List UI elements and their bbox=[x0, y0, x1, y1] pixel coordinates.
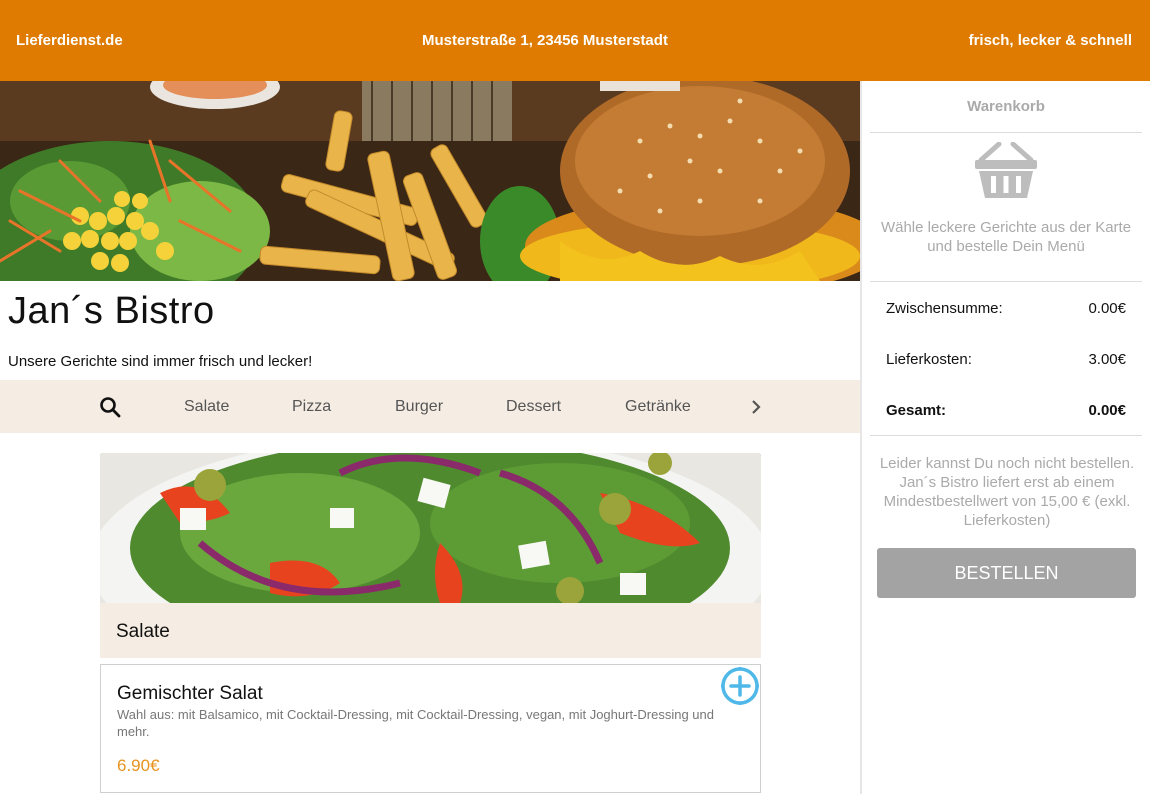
slogan: frisch, lecker & schnell bbox=[968, 32, 1132, 49]
order-button[interactable]: BESTELLEN bbox=[877, 548, 1136, 598]
section-title: Salate bbox=[116, 621, 170, 642]
category-salate[interactable]: Salate bbox=[184, 398, 229, 416]
category-pizza[interactable]: Pizza bbox=[292, 398, 331, 416]
total-value: 0.00€ bbox=[1088, 402, 1126, 419]
chevron-right-icon[interactable] bbox=[748, 395, 766, 419]
delivery-value: 3.00€ bbox=[1088, 351, 1126, 368]
search-icon[interactable] bbox=[98, 395, 122, 419]
divider bbox=[870, 281, 1142, 282]
subtotal-label: Zwischensumme: bbox=[886, 300, 1003, 317]
divider bbox=[870, 435, 1142, 436]
restaurant-name: Jan´s Bistro bbox=[8, 290, 215, 332]
restaurant-tagline: Unsere Gerichte sind immer frisch und le… bbox=[8, 353, 313, 370]
basket-icon bbox=[973, 141, 1039, 200]
plus-circle-icon[interactable] bbox=[719, 665, 761, 707]
site-logo[interactable]: Lieferdienst.de bbox=[16, 32, 123, 49]
category-nav: Salate Pizza Burger Dessert Getränke bbox=[0, 380, 860, 433]
subtotal-value: 0.00€ bbox=[1088, 300, 1126, 317]
menu-item-gemischter-salat[interactable]: Gemischter Salat Wahl aus: mit Balsamico… bbox=[100, 664, 761, 793]
section-header-salate: Salate bbox=[100, 603, 761, 658]
cart-panel: Warenkorb Wähle leckere Gerichte aus der… bbox=[860, 81, 1150, 794]
delivery-address[interactable]: Musterstraße 1, 23456 Musterstadt bbox=[422, 32, 668, 49]
section-image-salate bbox=[100, 453, 761, 603]
menu-item-description: Wahl aus: mit Balsamico, mit Cocktail-Dr… bbox=[117, 707, 714, 739]
cart-empty-text: Wähle leckere Gerichte aus der Karte und… bbox=[880, 219, 1132, 255]
category-burger[interactable]: Burger bbox=[395, 398, 443, 416]
category-dessert[interactable]: Dessert bbox=[506, 398, 561, 416]
top-bar: Lieferdienst.de Musterstraße 1, 23456 Mu… bbox=[0, 0, 1150, 81]
delivery-label: Lieferkosten: bbox=[886, 351, 972, 368]
menu-item-name: Gemischter Salat bbox=[117, 683, 263, 704]
hero-image bbox=[0, 81, 860, 281]
cart-title: Warenkorb bbox=[967, 98, 1045, 115]
minimum-order-note: Leider kannst Du noch nicht bestellen. J… bbox=[879, 455, 1135, 529]
menu-item-price: 6.90€ bbox=[117, 756, 160, 775]
divider bbox=[870, 132, 1142, 133]
total-label: Gesamt: bbox=[886, 402, 947, 419]
category-getraenke[interactable]: Getränke bbox=[625, 398, 691, 416]
